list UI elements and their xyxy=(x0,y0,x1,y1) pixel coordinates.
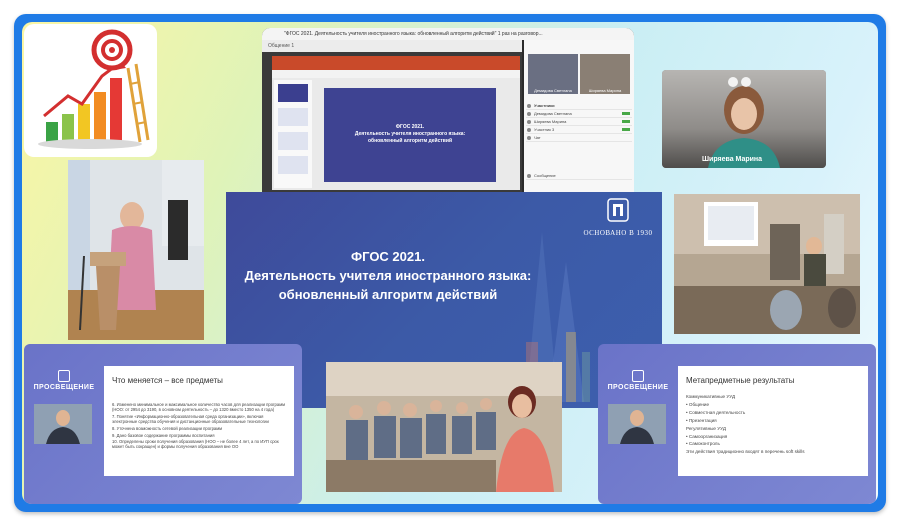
participants-panel: Демидова Светлана Ширяева Марина Участни… xyxy=(524,40,634,204)
participant-list: Участники Демидова Светлана Ширяева Мари… xyxy=(526,102,632,200)
slide-line-2: Деятельность учителя иностранного языка: xyxy=(354,131,466,137)
brand-icon xyxy=(632,370,644,382)
slide-what-changes: ПРОСВЕЩЕНИЕ Что меняется – все предметы … xyxy=(24,344,302,504)
slide-items: 6. Изменено минимальное и максимальное к… xyxy=(112,402,288,451)
list-item: • Самоконтроль xyxy=(686,441,720,447)
list-item[interactable]: Чат xyxy=(526,134,632,142)
slide-content-card: Метапредметные результаты Коммуникативны… xyxy=(678,366,868,476)
slide-line-1: ФГОС 2021. xyxy=(395,124,425,130)
slide-thumb[interactable] xyxy=(278,132,308,150)
title-line-3: обновленный алгоритм действий xyxy=(278,287,498,302)
list-item: 10. Определены сроки получения образован… xyxy=(112,439,279,450)
publisher-logo: ОСНОВАНО В 1930 xyxy=(578,198,658,237)
call-tab[interactable]: Общение 1 xyxy=(262,40,522,52)
slide-thumbnails[interactable] xyxy=(274,80,312,188)
list-item: Эти действия традиционно входят в перече… xyxy=(686,449,805,455)
collage-canvas: "ФГОС 2021. Деятельность учителя иностра… xyxy=(22,22,878,504)
participant-video[interactable]: Ширяева Марина xyxy=(580,54,630,94)
list-item: • Общение xyxy=(686,401,710,407)
list-item: • Презентация xyxy=(686,417,717,423)
list-item[interactable]: Демидова Светлана xyxy=(526,110,632,118)
list-item: 7. Понятие «Информационно-образовательна… xyxy=(112,413,269,425)
title-line-1: ФГОС 2021. xyxy=(351,249,425,264)
slide-thumb[interactable] xyxy=(278,84,308,102)
logo-icon xyxy=(607,198,629,222)
bar-2 xyxy=(62,114,74,142)
webcam-controls[interactable] xyxy=(728,74,754,92)
podium-photo xyxy=(68,160,204,340)
list-item: Коммуникативные УУД xyxy=(686,394,736,399)
call-title-bar: "ФГОС 2021. Деятельность учителя иностра… xyxy=(262,28,634,40)
audience-photo xyxy=(326,362,562,492)
presenter-video xyxy=(608,404,666,444)
list-header: Участники xyxy=(526,102,632,110)
video-call-window: "ФГОС 2021. Деятельность учителя иностра… xyxy=(262,28,634,204)
slide-items: Коммуникативные УУД • Общение • Совместн… xyxy=(686,394,862,457)
list-item: • Самоорганизация xyxy=(686,433,728,439)
slide-thumb[interactable] xyxy=(278,108,308,126)
slide-title: ФГОС 2021. Деятельность учителя иностран… xyxy=(226,248,550,304)
brand-icon xyxy=(58,370,70,382)
list-item: Регулятивные УУД xyxy=(686,425,726,431)
webcam-name: Ширяева Марина xyxy=(702,156,763,163)
slide-content-card: Что меняется – все предметы 6. Изменено … xyxy=(104,366,294,476)
webcam-photo: Ширяева Марина xyxy=(662,70,826,168)
chat-input[interactable]: Сообщение xyxy=(526,172,632,180)
growth-target-illustration xyxy=(24,24,157,157)
title-line-2: Деятельность учителя иностранного языка: xyxy=(244,268,532,283)
bar-4 xyxy=(94,92,106,142)
slide-thumb[interactable] xyxy=(278,156,308,174)
list-item[interactable]: Участник 3 xyxy=(526,126,632,134)
slide-meta-results: ПРОСВЕЩЕНИЕ Метапредметные результаты Ко… xyxy=(598,344,876,504)
bar-3 xyxy=(78,104,90,142)
list-item: 6. Изменено минимальное и максимальное к… xyxy=(112,402,285,413)
slide-heading: Что меняется – все предметы xyxy=(112,376,223,385)
participant-video[interactable]: Демидова Светлана xyxy=(528,54,578,94)
brand-label: ПРОСВЕЩЕНИЕ xyxy=(30,370,98,391)
bar-5 xyxy=(110,78,122,142)
list-item: • Совместная деятельность xyxy=(686,409,746,415)
current-slide: ФГОС 2021. Деятельность учителя иностран… xyxy=(324,88,496,182)
presentation-app: ФГОС 2021. Деятельность учителя иностран… xyxy=(272,56,520,190)
list-item: 9. Дано базовое содержание программы вос… xyxy=(112,432,215,438)
presentation-ribbon xyxy=(272,56,520,70)
camera-icon[interactable] xyxy=(728,77,738,87)
bar-1 xyxy=(46,122,58,142)
founded-caption: ОСНОВАНО В 1930 xyxy=(583,229,653,237)
slide-heading: Метапредметные результаты xyxy=(686,376,795,385)
list-item: 8. Уточнена возможность сетевой реализац… xyxy=(112,425,223,431)
slide-line-3: обновленный алгоритм действий xyxy=(367,138,453,144)
list-item[interactable]: Ширяева Марина xyxy=(526,118,632,126)
brand-label: ПРОСВЕЩЕНИЕ xyxy=(604,370,672,391)
classroom-photo xyxy=(674,194,860,334)
microphone-icon[interactable] xyxy=(741,77,751,87)
presenter-video xyxy=(34,404,92,444)
